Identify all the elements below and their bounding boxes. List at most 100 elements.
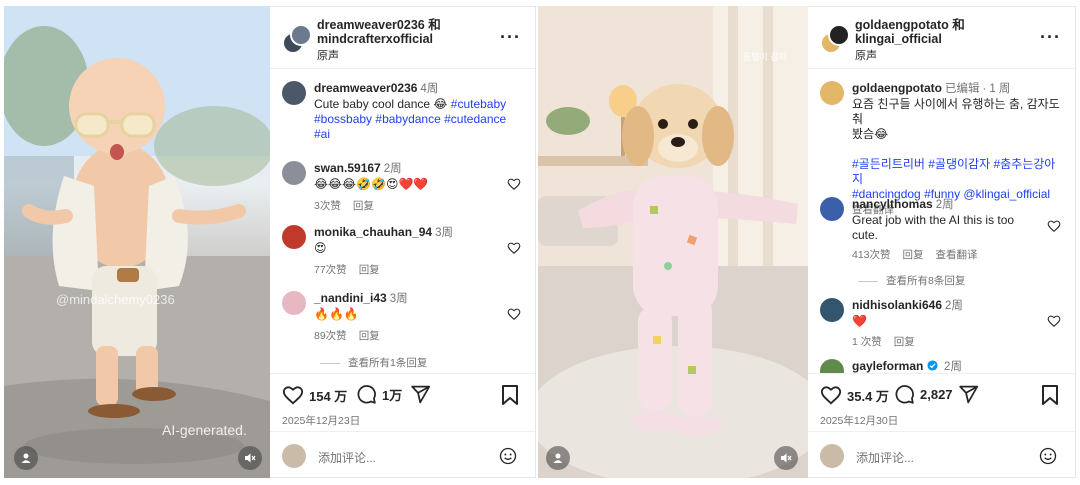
emoji-icon[interactable]	[1039, 447, 1057, 465]
audio-link[interactable]: 原声	[317, 47, 339, 63]
more-options-icon[interactable]: ···	[500, 27, 521, 48]
author-line-1[interactable]: dreamweaver0236 和	[317, 18, 441, 32]
post-2-video[interactable]: 등탱이 감자	[538, 6, 808, 478]
like-count: 35.4 万	[847, 388, 889, 404]
avatar	[828, 24, 850, 46]
comment: nancylthomas 2周 Great job with the AI thi…	[820, 197, 1063, 262]
avatar[interactable]	[282, 81, 306, 105]
heart-icon[interactable]	[1047, 314, 1061, 328]
comment-text: gayleforman 2周	[852, 359, 1033, 373]
comment-username[interactable]: _nandini_i43	[314, 291, 387, 305]
caption-body: Cute baby cool dance 😂	[314, 97, 448, 111]
mute-button[interactable]	[774, 446, 798, 470]
hashtag[interactable]: #cutedance	[444, 112, 506, 126]
avatar[interactable]	[820, 359, 844, 373]
collab-avatars[interactable]	[820, 24, 850, 54]
more-options-icon[interactable]: ···	[1040, 27, 1061, 48]
action-bar: 154 万 1万 2025年12月23日	[270, 373, 535, 431]
avatar[interactable]	[282, 161, 306, 185]
like-count[interactable]: 3次赞	[314, 200, 341, 212]
caption-username[interactable]: goldaengpotato	[852, 81, 942, 95]
reply-link[interactable]: 回复	[894, 336, 915, 348]
comment-meta: 89次赞 回复	[314, 328, 392, 343]
avatar[interactable]	[282, 291, 306, 315]
comment-time: 2周	[935, 199, 954, 211]
audio-link[interactable]: 原声	[855, 47, 877, 63]
ai-generated-label: AI-generated.	[162, 422, 247, 438]
author-line-2[interactable]: klingai_official	[855, 32, 965, 46]
hashtag[interactable]: #cutebaby	[451, 97, 506, 111]
comment-body: Great job with the AI this is too cute.	[852, 213, 1015, 242]
bookmark-icon[interactable]	[1041, 385, 1059, 405]
share-button[interactable]	[410, 384, 436, 405]
post-1-video[interactable]: @mindalchemy0236 AI-generated.	[4, 6, 270, 478]
avatar[interactable]	[282, 225, 306, 249]
hashtag[interactable]: #babydance	[375, 112, 440, 126]
comment-body: 🔥🔥🔥	[314, 307, 359, 321]
like-button[interactable]: 35.4 万	[820, 384, 889, 406]
comment-button[interactable]: 1万	[356, 384, 402, 405]
comment-username[interactable]: swan.59167	[314, 161, 381, 175]
post-header: goldaengpotato 和 klingai_official 原声 ···	[808, 7, 1075, 69]
share-button[interactable]	[958, 384, 984, 405]
mute-button[interactable]	[238, 446, 262, 470]
add-comment-input[interactable]: 添加评论...	[318, 449, 376, 466]
reply-link[interactable]: 回复	[353, 200, 374, 212]
heart-icon[interactable]	[1047, 219, 1061, 233]
like-count[interactable]: 413次赞	[852, 249, 891, 261]
reply-link[interactable]: 回复	[903, 249, 924, 261]
like-count[interactable]: 1 次赞	[852, 336, 882, 348]
hashtag[interactable]: #bossbaby	[314, 112, 372, 126]
tagged-users-button[interactable]	[14, 446, 38, 470]
like-button[interactable]: 154 万	[282, 384, 347, 406]
heart-icon	[282, 386, 304, 405]
comment-username[interactable]: nancylthomas	[852, 197, 933, 211]
baby-dancing-image	[4, 6, 270, 478]
avatar[interactable]	[820, 197, 844, 221]
emoji-icon[interactable]	[499, 447, 517, 465]
heart-icon[interactable]	[507, 241, 521, 255]
reply-link[interactable]: 回复	[359, 330, 380, 342]
see-translation-link[interactable]: 查看翻译	[936, 249, 978, 261]
like-count[interactable]: 89次赞	[314, 330, 347, 342]
view-replies-link[interactable]: 查看所有8条回复	[858, 273, 965, 288]
caption-separator: ·	[982, 83, 987, 95]
author-line-1[interactable]: goldaengpotato 和	[855, 18, 965, 32]
comment-meta: 413次赞 回复 查看翻译	[852, 247, 990, 262]
heart-icon[interactable]	[507, 177, 521, 191]
comment-button[interactable]: 2,827	[894, 384, 953, 405]
puppy-dancing-image	[538, 6, 808, 478]
collab-avatars[interactable]	[282, 24, 312, 54]
post-2-details: goldaengpotato 和 klingai_official 原声 ···…	[808, 6, 1076, 478]
hashtags-line-1[interactable]: #골든리트리버 #골댕이감자 #춤추는강아지	[852, 157, 1055, 186]
post-authors[interactable]: goldaengpotato 和 klingai_official	[855, 18, 965, 46]
avatar[interactable]	[820, 81, 844, 105]
add-comment-input[interactable]: 添加评论...	[856, 449, 914, 466]
like-count[interactable]: 77次赞	[314, 264, 347, 276]
caption-time: 1 周	[989, 83, 1011, 95]
comment-username[interactable]: nidhisolanki646	[852, 298, 942, 312]
comment-username[interactable]: monika_chauhan_94	[314, 225, 432, 239]
tagged-users-button[interactable]	[546, 446, 570, 470]
caption-body-line-1: 요즘 친구들 사이에서 유행하는 춤, 감자도 춰	[852, 97, 1060, 126]
comment: nidhisolanki646 2周 ❤️ 1 次赞 回复	[820, 298, 1063, 348]
watermark-username: @mindalchemy0236	[56, 292, 175, 307]
view-replies-link[interactable]: 查看所有1条回复	[320, 355, 427, 370]
comment: swan.59167 2周 😂😂😂🤣🤣😍❤️❤️ 3次赞 回复	[282, 161, 523, 221]
comments-section[interactable]: goldaengpotato 已编辑 · 1 周 요즘 친구들 사이에서 유행하는 춤…	[808, 69, 1075, 373]
post-authors[interactable]: dreamweaver0236 和 mindcrafterxofficial	[317, 18, 441, 46]
comment-time: 2周	[944, 361, 962, 373]
comment-text: nancylthomas 2周 Great job with the AI thi…	[852, 197, 1033, 243]
hashtag[interactable]: #ai	[314, 127, 330, 141]
author-line-2[interactable]: mindcrafterxofficial	[317, 32, 441, 46]
comment-body: 😍	[314, 241, 327, 255]
caption-username[interactable]: dreamweaver0236	[314, 81, 417, 95]
heart-icon[interactable]	[507, 307, 521, 321]
comment-username[interactable]: gayleforman	[852, 359, 923, 373]
comments-section[interactable]: dreamweaver0236 4周 Cute baby cool dance 😂…	[270, 69, 535, 373]
reply-link[interactable]: 回复	[359, 264, 380, 276]
bookmark-icon[interactable]	[501, 385, 519, 405]
verified-badge-icon	[927, 360, 938, 371]
caption-body-line-2: 봤슴😂	[852, 127, 889, 141]
avatar[interactable]	[820, 298, 844, 322]
